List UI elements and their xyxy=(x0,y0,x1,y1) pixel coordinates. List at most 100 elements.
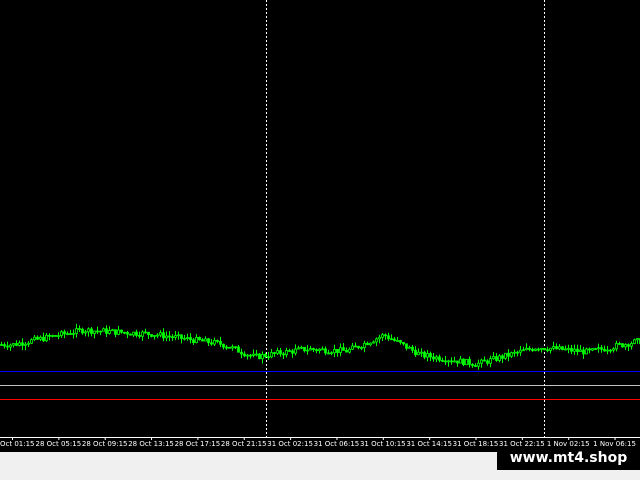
bull-candle xyxy=(255,353,258,356)
brand-watermark: www.mt4.shop xyxy=(497,446,640,470)
bull-candle xyxy=(165,335,168,339)
bear-candle xyxy=(336,348,339,353)
bull-candle xyxy=(408,346,411,349)
bull-candle xyxy=(24,343,27,346)
bear-candle xyxy=(264,354,267,358)
bull-candle xyxy=(195,336,198,343)
bull-candle xyxy=(480,359,483,364)
bear-candle xyxy=(198,336,201,341)
bull-candle xyxy=(321,348,324,351)
bull-candle xyxy=(39,336,42,340)
bear-candle xyxy=(543,347,546,351)
bull-candle xyxy=(102,328,105,332)
bear-candle xyxy=(399,340,402,343)
bear-candle xyxy=(402,341,405,345)
bear-candle xyxy=(90,328,93,334)
bear-candle xyxy=(0,344,3,346)
x-tick-label: 31 Oct 10:15 xyxy=(360,440,406,448)
bull-candle xyxy=(183,337,186,340)
bear-candle xyxy=(588,348,591,351)
bull-candle xyxy=(177,334,180,337)
bull-candle xyxy=(204,338,207,342)
bear-candle xyxy=(462,358,465,366)
bull-candle xyxy=(306,349,309,352)
bull-candle xyxy=(270,352,273,358)
bull-candle xyxy=(396,340,399,342)
bear-candle xyxy=(15,343,18,346)
bull-candle xyxy=(525,347,528,351)
bear-candle xyxy=(258,353,261,360)
bear-candle xyxy=(495,356,498,361)
bull-candle xyxy=(57,335,60,338)
bear-candle xyxy=(171,336,174,339)
bull-candle xyxy=(72,332,75,335)
bear-candle xyxy=(516,351,519,354)
bear-candle xyxy=(96,330,99,333)
bear-candle xyxy=(507,352,510,357)
bear-candle xyxy=(189,337,192,341)
x-tick-label: 28 Oct 21:15 xyxy=(221,440,267,448)
bear-candle xyxy=(42,336,45,342)
bull-candle xyxy=(522,349,525,352)
bear-candle xyxy=(216,340,219,342)
bear-candle xyxy=(315,349,318,352)
bear-candle xyxy=(414,349,417,356)
bull-candle xyxy=(540,347,543,350)
bear-candle xyxy=(135,331,138,336)
bear-candle xyxy=(162,332,165,339)
bear-candle xyxy=(342,347,345,351)
price-chart-panel[interactable]: Oct 01:15 28 Oct 05:15 28 Oct 09:15 28 Oct … xyxy=(0,0,640,480)
bear-candle xyxy=(405,343,408,349)
bull-candle xyxy=(84,331,87,334)
bear-candle xyxy=(120,329,123,333)
bear-candle xyxy=(21,342,24,346)
bull-candle xyxy=(108,330,111,334)
bull-candle xyxy=(519,349,522,353)
bull-candle xyxy=(66,333,69,335)
bear-candle xyxy=(207,338,210,344)
bear-candle xyxy=(312,348,315,351)
bear-candle xyxy=(474,365,477,367)
bull-candle xyxy=(297,347,300,350)
bull-candle xyxy=(153,335,156,337)
bull-candle xyxy=(375,338,378,343)
bear-candle xyxy=(147,331,150,336)
price-chart: Oct 01:15 28 Oct 05:15 28 Oct 09:15 28 Oct … xyxy=(0,0,640,452)
bull-candle xyxy=(369,342,372,346)
x-tick-label: 31 Oct 06:15 xyxy=(314,440,360,448)
bull-candle xyxy=(30,339,33,344)
bear-candle xyxy=(366,342,369,346)
bear-candle xyxy=(384,334,387,337)
bear-candle xyxy=(234,346,237,349)
bear-candle xyxy=(36,336,39,340)
bear-candle xyxy=(138,335,141,337)
bear-candle xyxy=(78,328,81,330)
bear-candle xyxy=(501,355,504,359)
bull-candle xyxy=(132,331,135,336)
bull-candle xyxy=(111,329,114,332)
bear-candle xyxy=(228,346,231,349)
bear-candle xyxy=(6,345,9,348)
bull-candle xyxy=(426,353,429,358)
bear-candle xyxy=(282,353,285,356)
bear-candle xyxy=(168,335,171,338)
bull-candle xyxy=(378,336,381,340)
bull-candle xyxy=(558,346,561,350)
bull-candle xyxy=(141,331,144,337)
x-tick-label: 28 Oct 17:15 xyxy=(175,440,221,448)
bear-candle xyxy=(555,346,558,350)
bull-candle xyxy=(27,342,30,345)
bull-candle xyxy=(624,344,627,348)
bull-candle xyxy=(465,358,468,366)
x-tick-label: 31 Oct 02:15 xyxy=(267,440,313,448)
bull-candle xyxy=(285,350,288,356)
bull-candle xyxy=(348,348,351,353)
bull-candle xyxy=(363,342,366,348)
bull-candle xyxy=(318,348,321,352)
bear-candle xyxy=(126,332,129,335)
bull-candle xyxy=(261,354,264,360)
bear-candle xyxy=(468,358,471,365)
bull-candle xyxy=(174,335,177,338)
bear-candle xyxy=(609,349,612,352)
x-tick-label: 31 Oct 14:15 xyxy=(406,440,452,448)
